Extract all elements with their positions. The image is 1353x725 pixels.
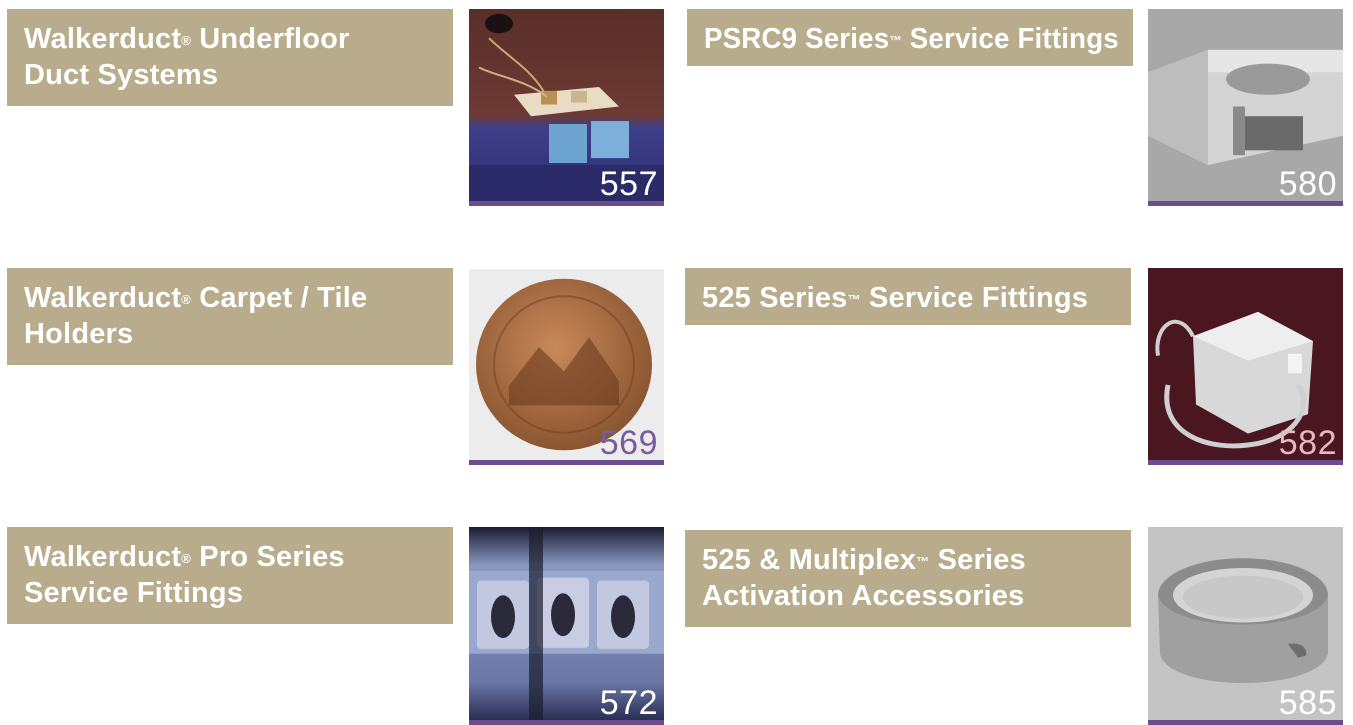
page-number: 580 [1278,165,1337,203]
banner-title-line-1: Walkerduct® Underfloor [24,23,350,55]
product-thumbnail-underfloor[interactable]: 557 [469,9,664,206]
section-banner-psrc9-series[interactable]: PSRC9 Series™ Service Fittings [687,9,1133,66]
page-number: 569 [599,424,658,462]
page-number: 557 [599,165,658,203]
banner-title-line-2: Duct Systems [24,59,219,91]
banner-title-line-1: 525 Series™ Service Fittings [702,282,1089,314]
product-thumbnail-psrc9[interactable]: 580 [1148,9,1343,206]
banner-title-line-2: Activation Accessories [702,580,1025,612]
product-thumbnail-carpet-tile[interactable]: 569 [469,269,664,465]
section-banner-walkerduct-underfloor[interactable]: Walkerduct® Underfloor Duct Systems [7,9,453,106]
section-banner-walkerduct-carpet-tile[interactable]: Walkerduct® Carpet / Tile Holders [7,268,453,365]
product-thumbnail-pro-series[interactable]: 572 [469,527,664,725]
product-thumbnail-525-multiplex[interactable]: 585 [1148,527,1343,725]
section-banner-walkerduct-pro-series[interactable]: Walkerduct® Pro Series Service Fittings [7,527,453,624]
product-thumbnail-525-series[interactable]: 582 [1148,268,1343,465]
banner-title-line-1: 525 & Multiplex™ Series [702,544,1026,576]
section-banner-525-multiplex[interactable]: 525 & Multiplex™ Series Activation Acces… [685,530,1131,627]
page-number: 572 [599,684,658,722]
banner-title-line-1: Walkerduct® Pro Series [24,541,345,573]
banner-title-line-1: PSRC9 Series™ Service Fittings [704,23,1119,55]
page-number: 582 [1278,424,1337,462]
banner-title-line-1: Walkerduct® Carpet / Tile [24,282,368,314]
section-banner-525-series[interactable]: 525 Series™ Service Fittings [685,268,1131,325]
banner-title-line-2: Holders [24,318,134,350]
banner-title-line-2: Service Fittings [24,577,244,609]
page-number: 585 [1278,684,1337,722]
